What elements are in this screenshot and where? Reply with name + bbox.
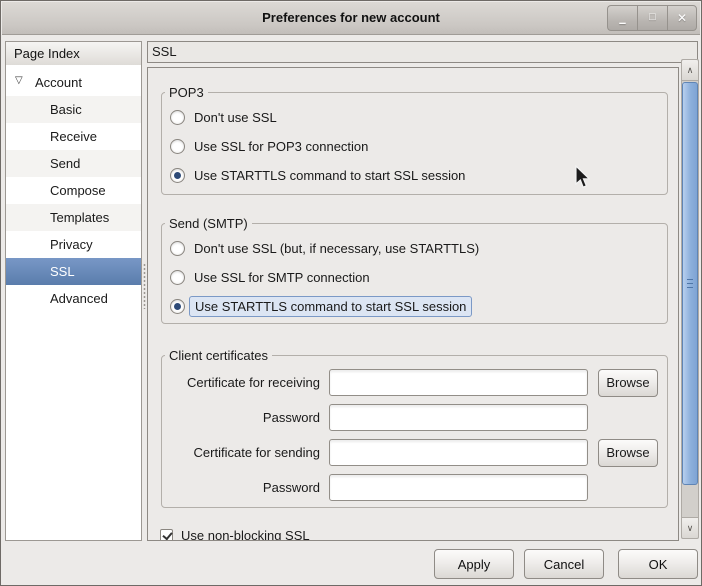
client-certificates-group: Client certificates Certificate for rece…: [161, 348, 668, 508]
password-sending-row: Password: [162, 474, 667, 501]
radio-smtp-use-ssl[interactable]: Use SSL for SMTP connection: [170, 263, 667, 292]
expander-icon[interactable]: ▽: [15, 75, 23, 86]
page-index-tree: ▽ Account Basic Receive Send Compose Tem…: [5, 65, 142, 541]
window-title: Preferences for new account: [2, 10, 700, 25]
titlebar: Preferences for new account – □ ✕: [2, 2, 700, 35]
radio-smtp-dont-use-ssl[interactable]: Don't use SSL (but, if necessary, use ST…: [170, 234, 667, 263]
sidebar-item-compose[interactable]: Compose: [6, 177, 141, 204]
pane-resize-handle[interactable]: [143, 263, 146, 309]
radio-icon[interactable]: [170, 270, 185, 285]
close-icon: ✕: [677, 11, 687, 25]
page-title: SSL: [147, 41, 698, 63]
password-receiving-row: Password: [162, 404, 667, 431]
certificate-receiving-input[interactable]: [329, 369, 588, 396]
sidebar-item-ssl[interactable]: SSL: [6, 258, 141, 285]
radio-checked-icon[interactable]: [170, 299, 185, 314]
minimize-button[interactable]: –: [607, 5, 637, 31]
smtp-group-legend: Send (SMTP): [165, 216, 252, 231]
radio-pop3-use-ssl[interactable]: Use SSL for POP3 connection: [170, 132, 667, 161]
apply-button[interactable]: Apply: [434, 549, 514, 579]
scrollbar-thumb[interactable]: [682, 82, 698, 485]
maximize-button[interactable]: □: [637, 5, 667, 31]
client-certificates-legend: Client certificates: [165, 348, 272, 363]
pop3-group: POP3 Don't use SSL Use SSL for POP3 conn…: [161, 85, 668, 195]
radio-checked-icon[interactable]: [170, 168, 185, 183]
certificate-sending-input[interactable]: [329, 439, 588, 466]
window-controls: – □ ✕: [607, 5, 697, 31]
radio-icon[interactable]: [170, 110, 185, 125]
scroll-down-button[interactable]: ∨: [682, 517, 698, 538]
radio-pop3-dont-use-ssl[interactable]: Don't use SSL: [170, 103, 667, 132]
password-sending-input[interactable]: [329, 474, 588, 501]
page-index-column-header[interactable]: Page Index: [5, 41, 142, 66]
smtp-group: Send (SMTP) Don't use SSL (but, if neces…: [161, 216, 668, 324]
close-button[interactable]: ✕: [667, 5, 697, 31]
ok-button[interactable]: OK: [618, 549, 698, 579]
scroll-up-button[interactable]: ∧: [682, 60, 698, 81]
minimize-icon: –: [619, 15, 626, 30]
maximize-icon: □: [649, 11, 656, 23]
scroll-down-icon: ∨: [687, 524, 694, 533]
sidebar-item-account[interactable]: ▽ Account: [6, 69, 141, 96]
settings-scroll-area: POP3 Don't use SSL Use SSL for POP3 conn…: [147, 67, 679, 541]
sidebar-item-templates[interactable]: Templates: [6, 204, 141, 231]
cancel-button[interactable]: Cancel: [524, 549, 604, 579]
radio-icon[interactable]: [170, 139, 185, 154]
cert-sending-row: Certificate for sending Browse: [162, 439, 667, 466]
browse-sending-button[interactable]: Browse: [598, 439, 658, 467]
sidebar-item-basic[interactable]: Basic: [6, 96, 141, 123]
use-nonblocking-ssl-checkbox-row[interactable]: Use non-blocking SSL: [160, 520, 310, 541]
sidebar-item-privacy[interactable]: Privacy: [6, 231, 141, 258]
radio-smtp-starttls[interactable]: Use STARTTLS command to start SSL sessio…: [170, 292, 667, 321]
browse-receiving-button[interactable]: Browse: [598, 369, 658, 397]
pop3-group-legend: POP3: [165, 85, 208, 100]
radio-icon[interactable]: [170, 241, 185, 256]
sidebar-item-advanced[interactable]: Advanced: [6, 285, 141, 312]
checkbox-checked-icon[interactable]: [160, 529, 173, 542]
vertical-scrollbar[interactable]: ∧ ∨: [681, 59, 699, 539]
cert-receiving-row: Certificate for receiving Browse: [162, 369, 667, 396]
sidebar-item-send[interactable]: Send: [6, 150, 141, 177]
radio-pop3-starttls[interactable]: Use STARTTLS command to start SSL sessio…: [170, 161, 667, 190]
password-receiving-input[interactable]: [329, 404, 588, 431]
preferences-dialog: Preferences for new account – □ ✕ Page I…: [0, 0, 702, 586]
scroll-up-icon: ∧: [687, 66, 694, 75]
sidebar-item-receive[interactable]: Receive: [6, 123, 141, 150]
